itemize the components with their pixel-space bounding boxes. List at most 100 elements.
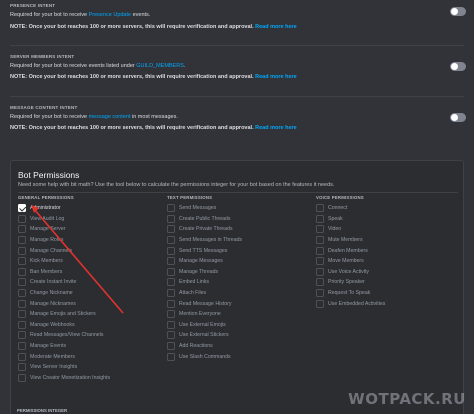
permission-checkbox[interactable] (316, 246, 324, 255)
permission-checkbox[interactable] (18, 299, 26, 308)
permission-item[interactable]: Create Public Threads (167, 214, 242, 225)
permission-checkbox[interactable] (167, 267, 175, 276)
permission-checkbox[interactable] (316, 214, 324, 223)
permission-checkbox[interactable] (167, 257, 175, 266)
permission-item[interactable]: Add Reactions (167, 341, 242, 352)
permission-checkbox[interactable] (167, 352, 175, 361)
permission-checkbox[interactable] (18, 310, 26, 319)
intent-desc-suffix: events. (131, 12, 151, 18)
permission-checkbox[interactable] (167, 299, 175, 308)
permission-item[interactable]: Manage Channels (18, 245, 110, 256)
permission-item[interactable]: Deafen Members (316, 245, 385, 256)
permission-item[interactable]: Create Private Threads (167, 224, 242, 235)
permission-checkbox[interactable] (316, 236, 324, 245)
message-content-intent-toggle[interactable] (450, 113, 466, 122)
permission-item[interactable]: Use Slash Commands (167, 351, 242, 362)
permission-item[interactable]: View Creator Monetization Insights (18, 373, 110, 384)
permission-item[interactable]: Manage Roles (18, 235, 110, 246)
permission-checkbox[interactable] (167, 342, 175, 351)
permission-checkbox[interactable] (167, 331, 175, 340)
permission-item[interactable]: Use External Emojis (167, 320, 242, 331)
permission-checkbox[interactable] (18, 246, 26, 255)
permission-item[interactable]: Administrator (18, 203, 110, 214)
message-content-link[interactable]: message content (89, 114, 131, 120)
permission-checkbox[interactable] (18, 363, 26, 372)
permission-checkbox[interactable] (18, 278, 26, 287)
permission-item[interactable]: Send Messages (167, 203, 242, 214)
permission-checkbox[interactable] (18, 373, 26, 382)
text-permissions-column: TEXT PERMISSIONS Send Messages Create Pub… (167, 195, 242, 362)
intent-desc-suffix: . (183, 63, 186, 69)
permission-label: Use Embedded Activities (328, 300, 386, 307)
permission-item[interactable]: Read Message History (167, 298, 242, 309)
permission-item[interactable]: Video (316, 224, 385, 235)
permission-item[interactable]: Ban Members (18, 267, 110, 278)
permission-item[interactable]: Manage Messages (167, 256, 242, 267)
presence-update-link[interactable]: Presence Update (89, 12, 132, 18)
permission-item[interactable]: Attach Files (167, 288, 242, 299)
guild-members-link[interactable]: GUILD_MEMBERS (136, 63, 184, 69)
permission-item[interactable]: Move Members (316, 256, 385, 267)
server-members-intent-toggle[interactable] (450, 62, 466, 71)
permission-checkbox[interactable] (316, 299, 324, 308)
permission-item[interactable]: Connect (316, 203, 385, 214)
permission-checkbox[interactable] (18, 225, 26, 234)
permission-checkbox[interactable] (316, 278, 324, 287)
permission-checkbox[interactable] (316, 225, 324, 234)
permission-checkbox[interactable] (18, 236, 26, 245)
permission-item[interactable]: Use Embedded Activities (316, 298, 385, 309)
read-more-link[interactable]: Read more here (255, 125, 297, 131)
permission-item[interactable]: Moderate Members (18, 351, 110, 362)
permission-checkbox[interactable] (316, 289, 324, 298)
permission-item[interactable]: Mention Everyone (167, 309, 242, 320)
read-more-link[interactable]: Read more here (255, 74, 297, 80)
permission-checkbox[interactable] (167, 204, 175, 213)
permission-item[interactable]: Manage Nicknames (18, 298, 110, 309)
permission-item[interactable]: Use External Stickers (167, 330, 242, 341)
permission-item[interactable]: Manage Threads (167, 267, 242, 278)
permission-checkbox[interactable] (18, 257, 26, 266)
permission-checkbox[interactable] (167, 246, 175, 255)
permission-item[interactable]: Send Messages in Threads (167, 235, 242, 246)
permission-item[interactable]: Send TTS Messages (167, 245, 242, 256)
permission-item[interactable]: Embed Links (167, 277, 242, 288)
permission-item[interactable]: View Audit Log (18, 214, 110, 225)
permission-item[interactable]: Change Nickname (18, 288, 110, 299)
permission-item[interactable]: Use Voice Activity (316, 267, 385, 278)
permission-checkbox[interactable] (18, 342, 26, 351)
permission-item[interactable]: Manage Events (18, 341, 110, 352)
permission-item[interactable]: Create Instant Invite (18, 277, 110, 288)
permission-checkbox[interactable] (167, 289, 175, 298)
permission-checkbox[interactable] (18, 352, 26, 361)
permission-label: Mute Members (328, 237, 363, 244)
permission-checkbox[interactable] (167, 320, 175, 329)
permission-checkbox[interactable] (167, 225, 175, 234)
permission-item[interactable]: Speak (316, 214, 385, 225)
permission-checkbox[interactable] (316, 204, 324, 213)
permission-checkbox[interactable] (18, 331, 26, 340)
permission-item[interactable]: Manage Server (18, 224, 110, 235)
permission-checkbox[interactable] (18, 267, 26, 276)
permission-checkbox[interactable] (18, 289, 26, 298)
permission-item[interactable]: View Server Insights (18, 362, 110, 373)
permission-checkbox[interactable] (316, 267, 324, 276)
permission-item[interactable]: Manage Webhooks (18, 320, 110, 331)
intent-desc-text: Required for your bot to receive events … (10, 63, 137, 69)
intent-note-text: NOTE: Once your bot reaches 100 or more … (10, 125, 254, 131)
permission-checkbox[interactable] (316, 257, 324, 266)
permission-item[interactable]: Kick Members (18, 256, 110, 267)
permission-item[interactable]: Priority Speaker (316, 277, 385, 288)
permission-checkbox[interactable] (18, 320, 26, 329)
presence-intent-toggle[interactable] (450, 7, 466, 16)
permission-item[interactable]: Read Messages/View Channels (18, 330, 110, 341)
permission-item[interactable]: Manage Emojis and Stickers (18, 309, 110, 320)
permission-checkbox[interactable] (167, 214, 175, 223)
read-more-link[interactable]: Read more here (255, 24, 297, 30)
permission-checkbox[interactable] (167, 278, 175, 287)
permission-item[interactable]: Request To Speak (316, 288, 385, 299)
permission-checkbox[interactable] (18, 214, 26, 223)
permission-checkbox[interactable] (167, 236, 175, 245)
permission-checkbox[interactable] (18, 204, 26, 213)
permission-item[interactable]: Mute Members (316, 235, 385, 246)
permission-checkbox[interactable] (167, 310, 175, 319)
